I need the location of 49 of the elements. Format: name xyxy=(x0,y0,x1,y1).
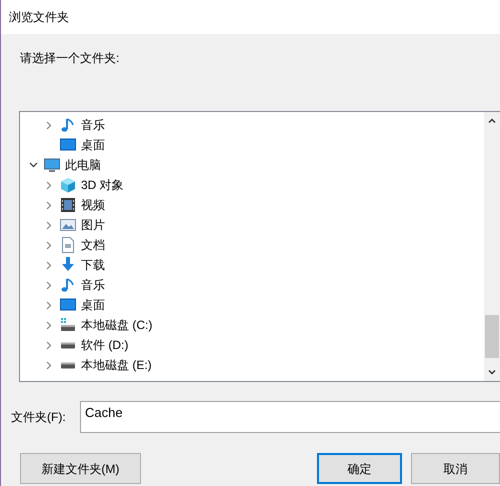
music-note-icon xyxy=(60,117,76,133)
tree-item[interactable]: 图片 xyxy=(81,216,105,234)
chevron-right-icon[interactable] xyxy=(46,220,52,230)
music-note-icon xyxy=(60,277,76,293)
document-icon xyxy=(60,237,76,253)
monitor-icon xyxy=(60,137,76,153)
chevron-right-icon[interactable] xyxy=(46,360,52,370)
chevron-right-icon[interactable] xyxy=(46,260,52,270)
tree-item[interactable]: 此电脑 xyxy=(65,156,101,174)
tree-item[interactable]: 下载 xyxy=(81,256,105,274)
tree-item[interactable]: 桌面 xyxy=(81,296,105,314)
chevron-down-icon[interactable] xyxy=(28,162,38,168)
ok-button[interactable]: 确定 xyxy=(316,453,402,484)
tree-item[interactable]: 本地磁盘 (E:) xyxy=(81,356,152,374)
cube-icon xyxy=(60,177,76,193)
chevron-right-icon[interactable] xyxy=(46,180,52,190)
image-icon xyxy=(60,217,76,233)
chevron-right-icon[interactable] xyxy=(46,120,52,130)
folder-label: 文件夹(F): xyxy=(10,409,67,426)
new-folder-button[interactable]: 新建文件夹(M) xyxy=(20,453,141,484)
drive-icon xyxy=(60,362,76,368)
drive-icon xyxy=(60,317,76,333)
tree-item[interactable]: 视频 xyxy=(81,196,105,214)
tree-item[interactable]: 音乐 xyxy=(81,276,105,294)
window-title: 浏览文件夹 xyxy=(9,9,69,26)
tree-item[interactable]: 本地磁盘 (C:) xyxy=(81,316,152,334)
scroll-down-icon[interactable] xyxy=(488,370,496,375)
tree-item[interactable]: 音乐 xyxy=(81,116,105,134)
prompt-text: 请选择一个文件夹: xyxy=(20,51,120,65)
tree-item[interactable]: 3D 对象 xyxy=(81,176,124,194)
scroll-thumb[interactable] xyxy=(485,315,499,358)
tree-item[interactable]: 文档 xyxy=(81,236,105,254)
chevron-right-icon[interactable] xyxy=(46,340,52,350)
scrollbar[interactable] xyxy=(484,112,500,381)
tree-item[interactable]: 软件 (D:) xyxy=(81,336,128,354)
folder-input[interactable]: Cache xyxy=(80,401,500,433)
drive-icon xyxy=(60,342,76,348)
scroll-up-icon[interactable] xyxy=(488,118,496,123)
tree-item[interactable]: 桌面 xyxy=(81,136,105,154)
chevron-right-icon[interactable] xyxy=(46,200,52,210)
chevron-right-icon[interactable] xyxy=(46,240,52,250)
monitor-icon xyxy=(60,297,76,313)
chevron-right-icon[interactable] xyxy=(46,320,52,330)
computer-icon xyxy=(44,157,60,173)
cancel-button[interactable]: 取消 xyxy=(410,453,500,484)
down-arrow-icon xyxy=(60,257,76,273)
chevron-right-icon[interactable] xyxy=(46,280,52,290)
chevron-right-icon[interactable] xyxy=(46,300,52,310)
film-icon xyxy=(60,197,76,213)
